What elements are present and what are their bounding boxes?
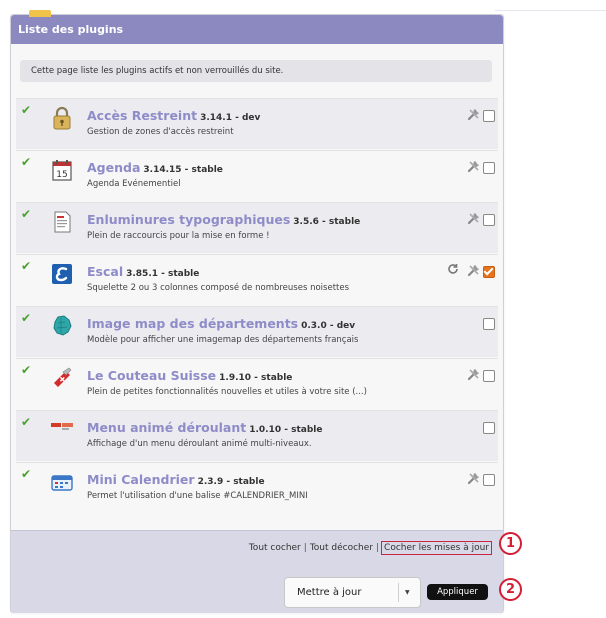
plugin-row: ✔ Le Couteau Suisse 1.9.10 - stable Plein… (16, 358, 498, 409)
plugin-name[interactable]: Accès Restreint 3.14.1 - dev (87, 108, 260, 123)
swiss-knife-icon (54, 367, 72, 387)
plugin-checkbox[interactable] (483, 318, 495, 330)
tools-icon[interactable] (467, 367, 481, 381)
plugin-name[interactable]: Escal 3.85.1 - stable (87, 264, 199, 279)
check-updates-link[interactable]: Cocher les mises à jour (381, 541, 492, 555)
active-check-icon: ✔ (21, 259, 32, 273)
apply-button[interactable]: Appliquer (427, 584, 488, 600)
selection-links: Tout cocher | Tout décocher | Cocher les mis… (248, 541, 492, 555)
plugin-checkbox[interactable] (483, 110, 495, 122)
active-check-icon: ✔ (21, 155, 32, 169)
calendar-icon: 15 (52, 160, 72, 181)
plugin-version: 3.14.15 - stable (143, 165, 223, 175)
plugin-description: Plein de raccourcis pour la mise en form… (87, 231, 270, 241)
action-select[interactable]: Mettre à jour ▼ (284, 577, 421, 608)
tools-icon[interactable] (467, 107, 481, 121)
active-check-icon: ✔ (21, 467, 32, 481)
folder-icon (29, 10, 51, 17)
plugin-checkbox[interactable] (483, 214, 495, 226)
plugin-name[interactable]: Mini Calendrier 2.3.9 - stable (87, 472, 265, 487)
plugin-description: Agenda Evénementiel (87, 179, 181, 189)
plugin-name[interactable]: Agenda 3.14.15 - stable (87, 160, 223, 175)
panel-title: Liste des plugins (18, 23, 124, 36)
plugin-name[interactable]: Image map des départements 0.3.0 - dev (87, 316, 355, 331)
plugin-checkbox[interactable] (483, 474, 495, 486)
active-check-icon: ✔ (21, 363, 32, 377)
plugin-version: 3.5.6 - stable (293, 217, 361, 227)
callout-badge-2: 2 (499, 578, 522, 601)
document-icon (54, 211, 71, 233)
active-check-icon: ✔ (21, 103, 32, 117)
plugin-description: Modèle pour afficher une imagemap des dé… (87, 335, 359, 345)
plugin-row: ✔ Escal 3.85.1 - stable Squelette 2 ou 3 … (16, 254, 498, 305)
plugin-description: Plein de petites fonctionnalités nouvell… (87, 387, 367, 397)
plugin-description: Affichage d'un menu déroulant animé mult… (87, 439, 312, 449)
plugin-version: 2.3.9 - stable (197, 477, 265, 487)
check-all-link[interactable]: Tout cocher (249, 543, 301, 553)
active-check-icon: ✔ (21, 311, 32, 325)
plugin-row: ✔ Enluminures typographiques 3.5.6 - stab… (16, 202, 498, 253)
plugin-name[interactable]: Le Couteau Suisse 1.9.10 - stable (87, 368, 292, 383)
plugin-row: ✔ Accès Restreint 3.14.1 - dev Gestion de… (16, 98, 498, 149)
menu-bar-icon (51, 423, 73, 430)
padlock-icon (53, 106, 71, 130)
refresh-icon[interactable] (447, 263, 459, 275)
svg-text:15: 15 (56, 170, 67, 180)
france-map-icon (53, 315, 72, 336)
select-divider (398, 583, 399, 602)
action-select-value: Mettre à jour (297, 587, 362, 598)
plugin-row: ✔ Menu animé déroulant 1.0.10 - stable Af… (16, 410, 498, 461)
plugin-description: Squelette 2 ou 3 colonnes composé de nom… (87, 283, 350, 293)
plugin-name[interactable]: Enluminures typographiques 3.5.6 - stable (87, 212, 360, 227)
plugin-row: ✔ Image map des départements 0.3.0 - dev … (16, 306, 498, 357)
plugin-version: 1.0.10 - stable (249, 425, 323, 435)
plugin-checkbox-checked[interactable] (483, 266, 495, 278)
plugin-description: Gestion de zones d'accès restreint (87, 127, 234, 137)
panel-header: Liste des plugins (11, 10, 503, 44)
chevron-down-icon: ▼ (405, 589, 410, 596)
tools-icon[interactable] (467, 471, 481, 485)
uncheck-all-link[interactable]: Tout décocher (310, 543, 373, 553)
plugins-panel: Liste des plugins Cette page liste les p… (10, 10, 504, 613)
plugin-checkbox[interactable] (483, 370, 495, 382)
plugin-description: Permet l'utilisation d'une balise #CALEN… (87, 491, 308, 501)
tools-icon[interactable] (467, 159, 481, 173)
escal-logo-icon (52, 264, 72, 284)
intro-box: Cette page liste les plugins actifs et n… (20, 60, 492, 82)
tools-icon[interactable] (467, 211, 481, 225)
plugin-version: 3.14.1 - dev (200, 113, 261, 123)
callout-badge-1: 1 (499, 532, 522, 555)
active-check-icon: ✔ (21, 415, 32, 429)
plugin-row: ✔ Mini Calendrier 2.3.9 - stable Permet l… (16, 462, 498, 513)
plugin-version: 3.85.1 - stable (126, 269, 200, 279)
plugin-checkbox[interactable] (483, 162, 495, 174)
active-check-icon: ✔ (21, 207, 32, 221)
plugin-version: 1.9.10 - stable (219, 373, 293, 383)
mini-calendar-icon (51, 475, 73, 491)
tools-icon[interactable] (467, 263, 481, 277)
top-divider (495, 10, 606, 11)
intro-text: Cette page liste les plugins actifs et n… (31, 66, 284, 76)
plugin-checkbox[interactable] (483, 422, 495, 434)
panel-footer: Tout cocher | Tout décocher | Cocher les mis… (11, 530, 503, 613)
plugin-version: 0.3.0 - dev (301, 321, 356, 331)
plugin-row: ✔ 15 Agenda 3.14.15 - stable Agenda Evéne… (16, 150, 498, 201)
plugin-name[interactable]: Menu animé déroulant 1.0.10 - stable (87, 420, 322, 435)
